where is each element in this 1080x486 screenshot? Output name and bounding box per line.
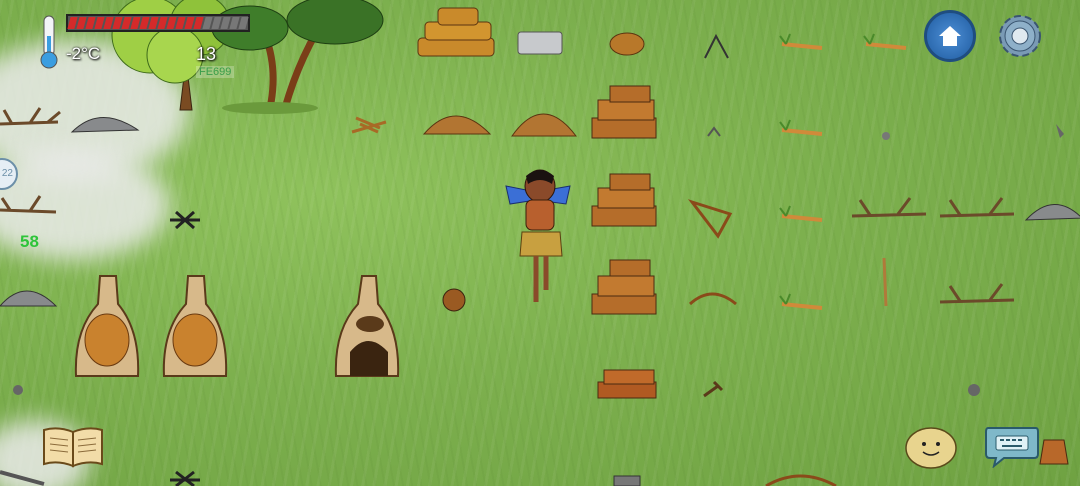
wooden-boards[interactable] [597, 369, 657, 399]
chat-button[interactable] [984, 424, 1040, 468]
bent-sapling[interactable] [704, 33, 729, 59]
dead-branch[interactable] [851, 197, 927, 218]
settings-button[interactable] [992, 8, 1048, 64]
yum-counter: 13 [196, 44, 217, 64]
emote-face-icon [905, 427, 957, 469]
player-character[interactable] [505, 169, 571, 302]
kindling-pile[interactable] [511, 113, 578, 137]
wood-pile[interactable] [591, 85, 657, 139]
firewood-pile[interactable] [417, 7, 495, 57]
dead-branch[interactable] [0, 107, 61, 126]
emote-button[interactable] [904, 426, 958, 470]
round-stone[interactable] [968, 384, 980, 396]
round-stone[interactable] [13, 385, 23, 395]
keyboard-chat-icon [985, 427, 1039, 468]
hunger-segment [238, 17, 249, 29]
wild-carrot[interactable] [779, 33, 823, 50]
temperature-readout: -2°C [66, 44, 101, 63]
dead-branch[interactable] [939, 283, 1015, 304]
kiln[interactable] [74, 275, 140, 377]
long-shaft[interactable] [882, 257, 888, 307]
tree-stump[interactable] [1039, 439, 1069, 465]
big-rock[interactable] [70, 117, 140, 133]
bow[interactable] [765, 474, 837, 486]
bow-and-arrow[interactable] [688, 292, 737, 306]
sharp-stone[interactable] [1056, 124, 1064, 138]
burdock[interactable] [170, 210, 200, 230]
item-counter: 58 [20, 232, 39, 251]
burdock[interactable] [170, 470, 200, 486]
sapling-sprout[interactable] [707, 126, 721, 137]
reed-basket[interactable] [609, 32, 645, 56]
kindling[interactable] [351, 116, 387, 134]
crafting-book-button[interactable] [40, 424, 106, 470]
home-button[interactable] [924, 10, 976, 62]
gear-icon [999, 15, 1041, 57]
wood-pile[interactable] [591, 173, 657, 227]
adobe-oven[interactable] [334, 275, 400, 377]
world-objects [0, 0, 1080, 486]
home-icon [939, 26, 961, 46]
game-world[interactable]: -2°C 13 FE699 58 22 [0, 0, 1080, 486]
shovel[interactable] [0, 470, 45, 486]
wild-carrot[interactable] [779, 119, 823, 136]
wild-carrot[interactable] [779, 205, 823, 222]
dead-branch[interactable] [939, 197, 1015, 218]
thermometer-icon [40, 15, 58, 69]
round-stone[interactable] [882, 132, 890, 140]
big-rock[interactable] [0, 290, 58, 307]
flat-rock-stack[interactable] [517, 31, 563, 55]
kindling-pile[interactable] [422, 115, 492, 135]
flat-stone[interactable] [613, 475, 641, 486]
crafting-book-icon [43, 427, 103, 468]
hunger-bar [66, 14, 250, 32]
stone-hatchet[interactable] [703, 380, 724, 398]
wild-carrot[interactable] [779, 293, 823, 310]
dead-branch[interactable] [0, 195, 57, 214]
kiln[interactable] [162, 275, 228, 377]
burdock-seed[interactable] [442, 288, 466, 312]
wood-pile[interactable] [591, 259, 657, 315]
yum-bonus-label: FE699 [196, 66, 235, 78]
fire-bow-drill[interactable] [687, 199, 733, 239]
big-rock[interactable] [1024, 204, 1080, 221]
wild-carrot[interactable] [863, 33, 907, 50]
